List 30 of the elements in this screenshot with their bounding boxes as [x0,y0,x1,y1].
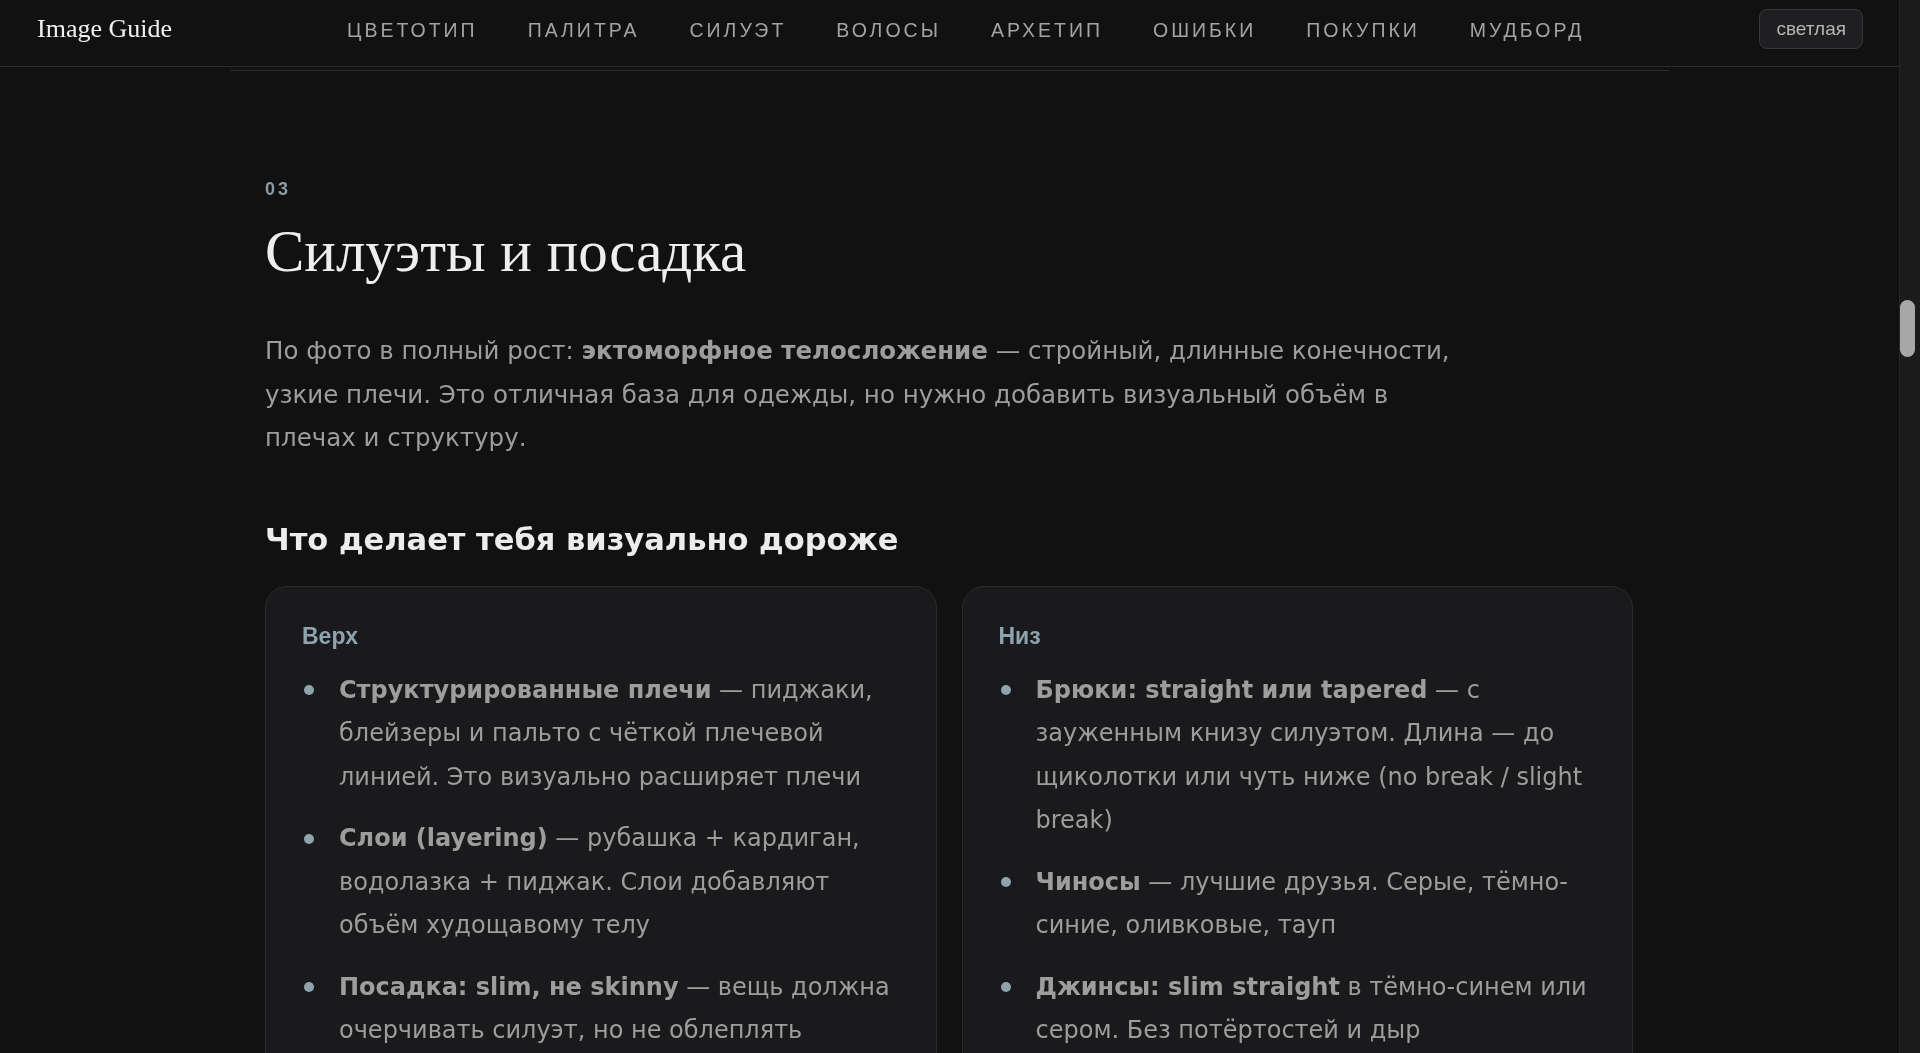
nav-link[interactable]: ОШИБКИ [1153,19,1257,42]
bullet-icon [1000,877,1011,888]
bullet-icon [304,833,314,844]
list-item-text: Структурированные плечи — пиджаки, блейзеры и пальто с чёткой плечевой линией. Это визуально расширяет плечи [339,674,874,793]
bullet-icon [304,685,314,696]
nav-link[interactable]: АРХЕТИП [990,19,1103,42]
scrollbar-thumb[interactable] [1900,300,1915,357]
scrollbar-track[interactable] [1899,0,1920,1053]
theme-toggle-button[interactable]: светлая [1759,9,1863,49]
card-label: Низ [998,621,1042,651]
list-item-text: Слои (layering) — рубашка + кардиган, водолазка + пиджак. Слои добавляют объём худощавому телу [339,823,861,941]
intro-paragraph: По фото в полный рост: эктоморфное телосложение — стройный, длинные конечности, узкие плечи. Это отличная база для одежды, но нужно добавить визуальный объём в плечах и структуру. [265,335,1451,454]
nav-link[interactable]: МУДБОРД [1469,19,1585,42]
bullet-icon [1000,982,1011,993]
nav-link[interactable]: ПОКУПКИ [1306,19,1420,42]
nav-link[interactable]: ПАЛИТРА [527,19,640,42]
list-item-text: Чиносы — лучшие друзья. Серые, тёмно-синие, оливковые, тауп [1035,866,1569,941]
nav-link[interactable]: ВОЛОСЫ [836,19,941,42]
section-number: 03 [265,178,293,201]
card-label: Верх [302,621,359,651]
bullet-icon [1000,685,1011,696]
nav-link[interactable]: СИЛУЭТ [689,19,787,42]
list-item-text: Посадка: slim, не skinny — вещь должна очерчивать силуэт, но не облеплять [339,971,891,1046]
subsection-heading: Что делает тебя визуально дороже [265,520,900,559]
list-item-text: Брюки: straight или tapered — с зауженным книзу силуэтом. Длина — до щиколотки или чуть ниже (no break / slight break) [1035,674,1584,836]
bullet-icon [304,982,314,993]
section-title: Силуэты и посадка [265,219,748,284]
site-logo[interactable]: Image Guide [37,14,172,44]
nav-link[interactable]: ЦВЕТОТИП [347,19,478,42]
list-item-text: Джинсы: slim straight в тёмно-синем или сером. Без потёртостей и дыр [1035,971,1588,1046]
